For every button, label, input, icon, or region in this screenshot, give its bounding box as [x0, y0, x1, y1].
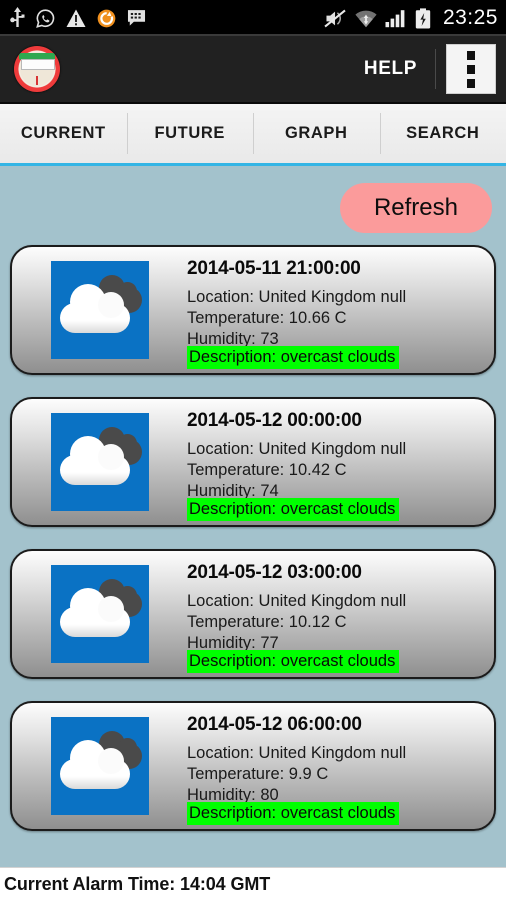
app-bar: HELP: [0, 36, 506, 104]
overflow-dot-icon: [467, 64, 475, 74]
overcast-clouds-icon: [50, 565, 149, 663]
forecast-list[interactable]: Refresh 2014-05-11 21:00:00 Location: Un…: [0, 169, 506, 867]
light-cloud-shape: [59, 284, 130, 333]
light-cloud-shape: [59, 588, 130, 637]
forecast-date: 2014-05-12 00:00:00: [187, 410, 362, 431]
overflow-dot-icon: [467, 50, 475, 60]
status-bar-clock: 23:25: [442, 6, 498, 29]
tab-future[interactable]: FUTURE: [126, 104, 254, 166]
forecast-date: 2014-05-11 21:00:00: [187, 258, 361, 279]
app-bar-divider: [435, 49, 436, 89]
overflow-dot-icon: [467, 78, 475, 88]
forecast-card-body: 2014-05-11 21:00:00 Location: United Kin…: [187, 247, 494, 373]
forecast-description: Description: overcast clouds: [187, 650, 400, 673]
forecast-card[interactable]: 2014-05-12 03:00:00 Location: United Kin…: [10, 549, 496, 679]
forecast-details: Location: United Kingdom null Temperatur…: [187, 287, 488, 350]
forecast-description: Description: overcast clouds: [187, 802, 400, 825]
forecast-details: Location: United Kingdom null Temperatur…: [187, 591, 488, 654]
forecast-description: Description: overcast clouds: [187, 346, 400, 369]
forecast-location: Location: United Kingdom null: [187, 592, 407, 610]
refresh-row: Refresh: [8, 169, 498, 245]
overflow-menu-button[interactable]: [446, 44, 496, 94]
forecast-icon-wrap: [12, 247, 187, 373]
light-cloud-shape: [59, 436, 130, 485]
forecast-card[interactable]: 2014-05-11 21:00:00 Location: United Kin…: [10, 245, 496, 375]
forecast-location: Location: United Kingdom null: [187, 440, 407, 458]
usb-icon: [10, 7, 25, 29]
forecast-icon-wrap: [12, 551, 187, 677]
light-cloud-shape: [59, 740, 130, 789]
mute-icon: [324, 9, 347, 28]
forecast-card-body: 2014-05-12 00:00:00 Location: United Kin…: [187, 399, 494, 525]
forecast-icon-wrap: [12, 399, 187, 525]
app-logo-icon[interactable]: [14, 46, 60, 92]
forecast-location: Location: United Kingdom null: [187, 744, 407, 762]
forecast-card[interactable]: 2014-05-12 06:00:00 Location: United Kin…: [10, 701, 496, 831]
wifi-icon: [355, 9, 377, 28]
forecast-date: 2014-05-12 03:00:00: [187, 562, 362, 583]
tab-graph[interactable]: GRAPH: [253, 104, 380, 163]
overcast-clouds-icon: [50, 261, 149, 359]
forecast-details: Location: United Kingdom null Temperatur…: [187, 439, 488, 502]
tab-current[interactable]: CURRENT: [0, 104, 127, 163]
forecast-temperature: Temperature: 10.12 C: [187, 613, 347, 631]
status-bar-left-icons: [10, 7, 146, 29]
overcast-clouds-icon: [50, 717, 149, 815]
warning-icon: [66, 9, 86, 28]
forecast-date: 2014-05-12 06:00:00: [187, 714, 362, 735]
tab-search[interactable]: SEARCH: [379, 104, 506, 163]
alarm-time-text: Current Alarm Time: 14:04 GMT: [4, 873, 271, 894]
forecast-location: Location: United Kingdom null: [187, 288, 407, 306]
forecast-temperature: Temperature: 9.9 C: [187, 765, 329, 783]
forecast-details: Location: United Kingdom null Temperatur…: [187, 743, 488, 806]
forecast-temperature: Temperature: 10.66 C: [187, 309, 347, 327]
refresh-button[interactable]: Refresh: [339, 183, 492, 233]
signal-icon: [385, 9, 407, 28]
overcast-clouds-icon: [50, 413, 149, 511]
status-bar-right-icons: 23:25: [324, 6, 498, 30]
messaging-icon: [127, 9, 146, 27]
tab-bar: CURRENT FUTURE GRAPH SEARCH: [0, 104, 506, 166]
help-button[interactable]: HELP: [350, 58, 431, 80]
app-logo-pin: [36, 76, 38, 85]
app-logo-label: [21, 59, 55, 70]
whatsapp-icon: [36, 8, 55, 28]
forecast-description: Description: overcast clouds: [187, 498, 400, 521]
status-bar: 23:25: [0, 0, 506, 36]
battery-charging-icon: [415, 7, 431, 29]
forecast-card[interactable]: 2014-05-12 00:00:00 Location: United Kin…: [10, 397, 496, 527]
alarm-status-bar: Current Alarm Time: 14:04 GMT: [0, 867, 506, 900]
forecast-card-body: 2014-05-12 03:00:00 Location: United Kin…: [187, 551, 494, 677]
forecast-icon-wrap: [12, 703, 187, 829]
forecast-temperature: Temperature: 10.42 C: [187, 461, 347, 479]
sync-icon: [97, 9, 116, 28]
forecast-card-body: 2014-05-12 06:00:00 Location: United Kin…: [187, 703, 494, 829]
app-screen: 23:25 HELP CURRENT FUTURE GRAPH SEARCH R…: [0, 0, 506, 900]
